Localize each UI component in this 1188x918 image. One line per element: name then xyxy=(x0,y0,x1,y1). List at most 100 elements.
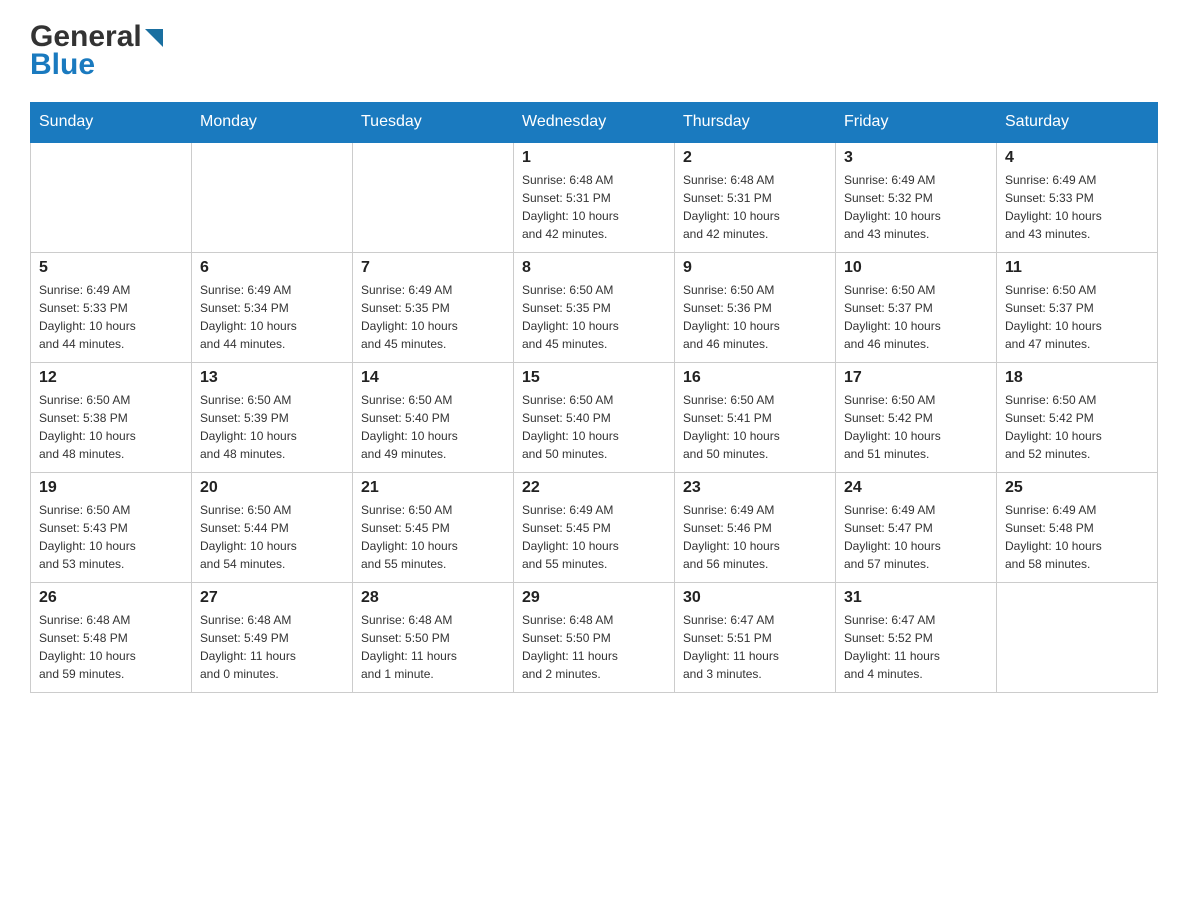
day-number: 8 xyxy=(522,259,666,277)
calendar-week-row: 19 Sunrise: 6:50 AM Sunset: 5:43 PM Dayli… xyxy=(31,472,1158,582)
day-number: 4 xyxy=(1005,149,1149,167)
calendar-cell: 20 Sunrise: 6:50 AM Sunset: 5:44 PM Dayli… xyxy=(192,472,353,582)
day-info: Sunrise: 6:50 AM Sunset: 5:44 PM Dayligh… xyxy=(200,501,344,573)
calendar-cell: 4 Sunrise: 6:49 AM Sunset: 5:33 PM Daylig… xyxy=(997,142,1158,252)
day-info: Sunrise: 6:50 AM Sunset: 5:36 PM Dayligh… xyxy=(683,281,827,353)
calendar-cell: 17 Sunrise: 6:50 AM Sunset: 5:42 PM Dayli… xyxy=(836,362,997,472)
calendar-cell xyxy=(31,142,192,252)
day-number: 17 xyxy=(844,369,988,387)
day-number: 23 xyxy=(683,479,827,497)
day-info: Sunrise: 6:48 AM Sunset: 5:48 PM Dayligh… xyxy=(39,611,183,683)
calendar-cell: 9 Sunrise: 6:50 AM Sunset: 5:36 PM Daylig… xyxy=(675,252,836,362)
day-number: 6 xyxy=(200,259,344,277)
calendar-cell: 6 Sunrise: 6:49 AM Sunset: 5:34 PM Daylig… xyxy=(192,252,353,362)
day-info: Sunrise: 6:48 AM Sunset: 5:31 PM Dayligh… xyxy=(522,171,666,243)
day-info: Sunrise: 6:48 AM Sunset: 5:31 PM Dayligh… xyxy=(683,171,827,243)
logo-blue-text: Blue xyxy=(30,48,95,81)
calendar-cell xyxy=(997,582,1158,692)
day-number: 1 xyxy=(522,149,666,167)
day-info: Sunrise: 6:50 AM Sunset: 5:43 PM Dayligh… xyxy=(39,501,183,573)
calendar-cell: 15Sunrise: 6:50 AM Sunset: 5:40 PM Dayli… xyxy=(514,362,675,472)
day-number: 3 xyxy=(844,149,988,167)
day-number: 12 xyxy=(39,369,183,387)
weekday-header-wednesday: Wednesday xyxy=(514,103,675,143)
calendar-cell: 2 Sunrise: 6:48 AM Sunset: 5:31 PM Daylig… xyxy=(675,142,836,252)
day-number: 25 xyxy=(1005,479,1149,497)
calendar-cell: 10 Sunrise: 6:50 AM Sunset: 5:37 PM Dayli… xyxy=(836,252,997,362)
weekday-header-row: SundayMondayTuesdayWednesdayThursdayFrid… xyxy=(31,103,1158,143)
day-number: 27 xyxy=(200,589,344,607)
calendar-body: 1 Sunrise: 6:48 AM Sunset: 5:31 PM Daylig… xyxy=(31,142,1158,692)
day-info: Sunrise: 6:50 AM Sunset: 5:37 PM Dayligh… xyxy=(1005,281,1149,353)
calendar-cell xyxy=(192,142,353,252)
day-number: 22 xyxy=(522,479,666,497)
day-number: 24 xyxy=(844,479,988,497)
calendar-cell: 21 Sunrise: 6:50 AM Sunset: 5:45 PM Dayli… xyxy=(353,472,514,582)
calendar-cell: 18 Sunrise: 6:50 AM Sunset: 5:42 PM Dayli… xyxy=(997,362,1158,472)
weekday-header-friday: Friday xyxy=(836,103,997,143)
day-number: 28 xyxy=(361,589,505,607)
day-info: Sunrise: 6:50 AM Sunset: 5:35 PM Dayligh… xyxy=(522,281,666,353)
calendar-cell: 23 Sunrise: 6:49 AM Sunset: 5:46 PM Dayli… xyxy=(675,472,836,582)
day-info: Sunrise: 6:49 AM Sunset: 5:35 PM Dayligh… xyxy=(361,281,505,353)
day-info: Sunrise: 6:50 AM Sunset: 5:38 PM Dayligh… xyxy=(39,391,183,463)
weekday-header-thursday: Thursday xyxy=(675,103,836,143)
calendar-cell: 11 Sunrise: 6:50 AM Sunset: 5:37 PM Dayli… xyxy=(997,252,1158,362)
calendar-cell: 25Sunrise: 6:49 AM Sunset: 5:48 PM Dayli… xyxy=(997,472,1158,582)
calendar-cell: 14Sunrise: 6:50 AM Sunset: 5:40 PM Dayli… xyxy=(353,362,514,472)
day-info: Sunrise: 6:50 AM Sunset: 5:45 PM Dayligh… xyxy=(361,501,505,573)
day-number: 21 xyxy=(361,479,505,497)
day-info: Sunrise: 6:48 AM Sunset: 5:50 PM Dayligh… xyxy=(522,611,666,683)
day-number: 30 xyxy=(683,589,827,607)
weekday-header-sunday: Sunday xyxy=(31,103,192,143)
day-number: 13 xyxy=(200,369,344,387)
day-number: 9 xyxy=(683,259,827,277)
day-number: 10 xyxy=(844,259,988,277)
calendar-cell: 16 Sunrise: 6:50 AM Sunset: 5:41 PM Dayli… xyxy=(675,362,836,472)
weekday-header-saturday: Saturday xyxy=(997,103,1158,143)
calendar-cell: 13 Sunrise: 6:50 AM Sunset: 5:39 PM Dayli… xyxy=(192,362,353,472)
day-info: Sunrise: 6:47 AM Sunset: 5:52 PM Dayligh… xyxy=(844,611,988,683)
calendar-table: SundayMondayTuesdayWednesdayThursdayFrid… xyxy=(30,102,1158,693)
calendar-cell: 28Sunrise: 6:48 AM Sunset: 5:50 PM Dayli… xyxy=(353,582,514,692)
day-number: 5 xyxy=(39,259,183,277)
day-number: 16 xyxy=(683,369,827,387)
calendar-cell: 22Sunrise: 6:49 AM Sunset: 5:45 PM Dayli… xyxy=(514,472,675,582)
day-number: 11 xyxy=(1005,259,1149,277)
calendar-cell: 3 Sunrise: 6:49 AM Sunset: 5:32 PM Daylig… xyxy=(836,142,997,252)
day-info: Sunrise: 6:49 AM Sunset: 5:46 PM Dayligh… xyxy=(683,501,827,573)
day-info: Sunrise: 6:49 AM Sunset: 5:47 PM Dayligh… xyxy=(844,501,988,573)
calendar-cell: 8 Sunrise: 6:50 AM Sunset: 5:35 PM Daylig… xyxy=(514,252,675,362)
calendar-cell: 29Sunrise: 6:48 AM Sunset: 5:50 PM Dayli… xyxy=(514,582,675,692)
calendar-week-row: 12 Sunrise: 6:50 AM Sunset: 5:38 PM Dayli… xyxy=(31,362,1158,472)
calendar-week-row: 1 Sunrise: 6:48 AM Sunset: 5:31 PM Daylig… xyxy=(31,142,1158,252)
calendar-cell: 31 Sunrise: 6:47 AM Sunset: 5:52 PM Dayli… xyxy=(836,582,997,692)
calendar-cell xyxy=(353,142,514,252)
day-number: 15 xyxy=(522,369,666,387)
day-number: 7 xyxy=(361,259,505,277)
day-info: Sunrise: 6:49 AM Sunset: 5:33 PM Dayligh… xyxy=(39,281,183,353)
day-info: Sunrise: 6:49 AM Sunset: 5:32 PM Dayligh… xyxy=(844,171,988,243)
calendar-cell: 30 Sunrise: 6:47 AM Sunset: 5:51 PM Dayli… xyxy=(675,582,836,692)
day-info: Sunrise: 6:49 AM Sunset: 5:34 PM Dayligh… xyxy=(200,281,344,353)
day-info: Sunrise: 6:50 AM Sunset: 5:41 PM Dayligh… xyxy=(683,391,827,463)
day-info: Sunrise: 6:47 AM Sunset: 5:51 PM Dayligh… xyxy=(683,611,827,683)
calendar-cell: 7 Sunrise: 6:49 AM Sunset: 5:35 PM Daylig… xyxy=(353,252,514,362)
day-info: Sunrise: 6:50 AM Sunset: 5:42 PM Dayligh… xyxy=(1005,391,1149,463)
day-number: 26 xyxy=(39,589,183,607)
calendar-cell: 12 Sunrise: 6:50 AM Sunset: 5:38 PM Dayli… xyxy=(31,362,192,472)
weekday-header-monday: Monday xyxy=(192,103,353,143)
day-number: 2 xyxy=(683,149,827,167)
day-info: Sunrise: 6:50 AM Sunset: 5:37 PM Dayligh… xyxy=(844,281,988,353)
weekday-header-tuesday: Tuesday xyxy=(353,103,514,143)
day-info: Sunrise: 6:50 AM Sunset: 5:42 PM Dayligh… xyxy=(844,391,988,463)
calendar-cell: 19 Sunrise: 6:50 AM Sunset: 5:43 PM Dayli… xyxy=(31,472,192,582)
day-number: 18 xyxy=(1005,369,1149,387)
calendar-cell: 26 Sunrise: 6:48 AM Sunset: 5:48 PM Dayli… xyxy=(31,582,192,692)
day-number: 31 xyxy=(844,589,988,607)
day-number: 20 xyxy=(200,479,344,497)
day-info: Sunrise: 6:49 AM Sunset: 5:33 PM Dayligh… xyxy=(1005,171,1149,243)
day-number: 19 xyxy=(39,479,183,497)
calendar-cell: 24 Sunrise: 6:49 AM Sunset: 5:47 PM Dayli… xyxy=(836,472,997,582)
day-info: Sunrise: 6:50 AM Sunset: 5:39 PM Dayligh… xyxy=(200,391,344,463)
